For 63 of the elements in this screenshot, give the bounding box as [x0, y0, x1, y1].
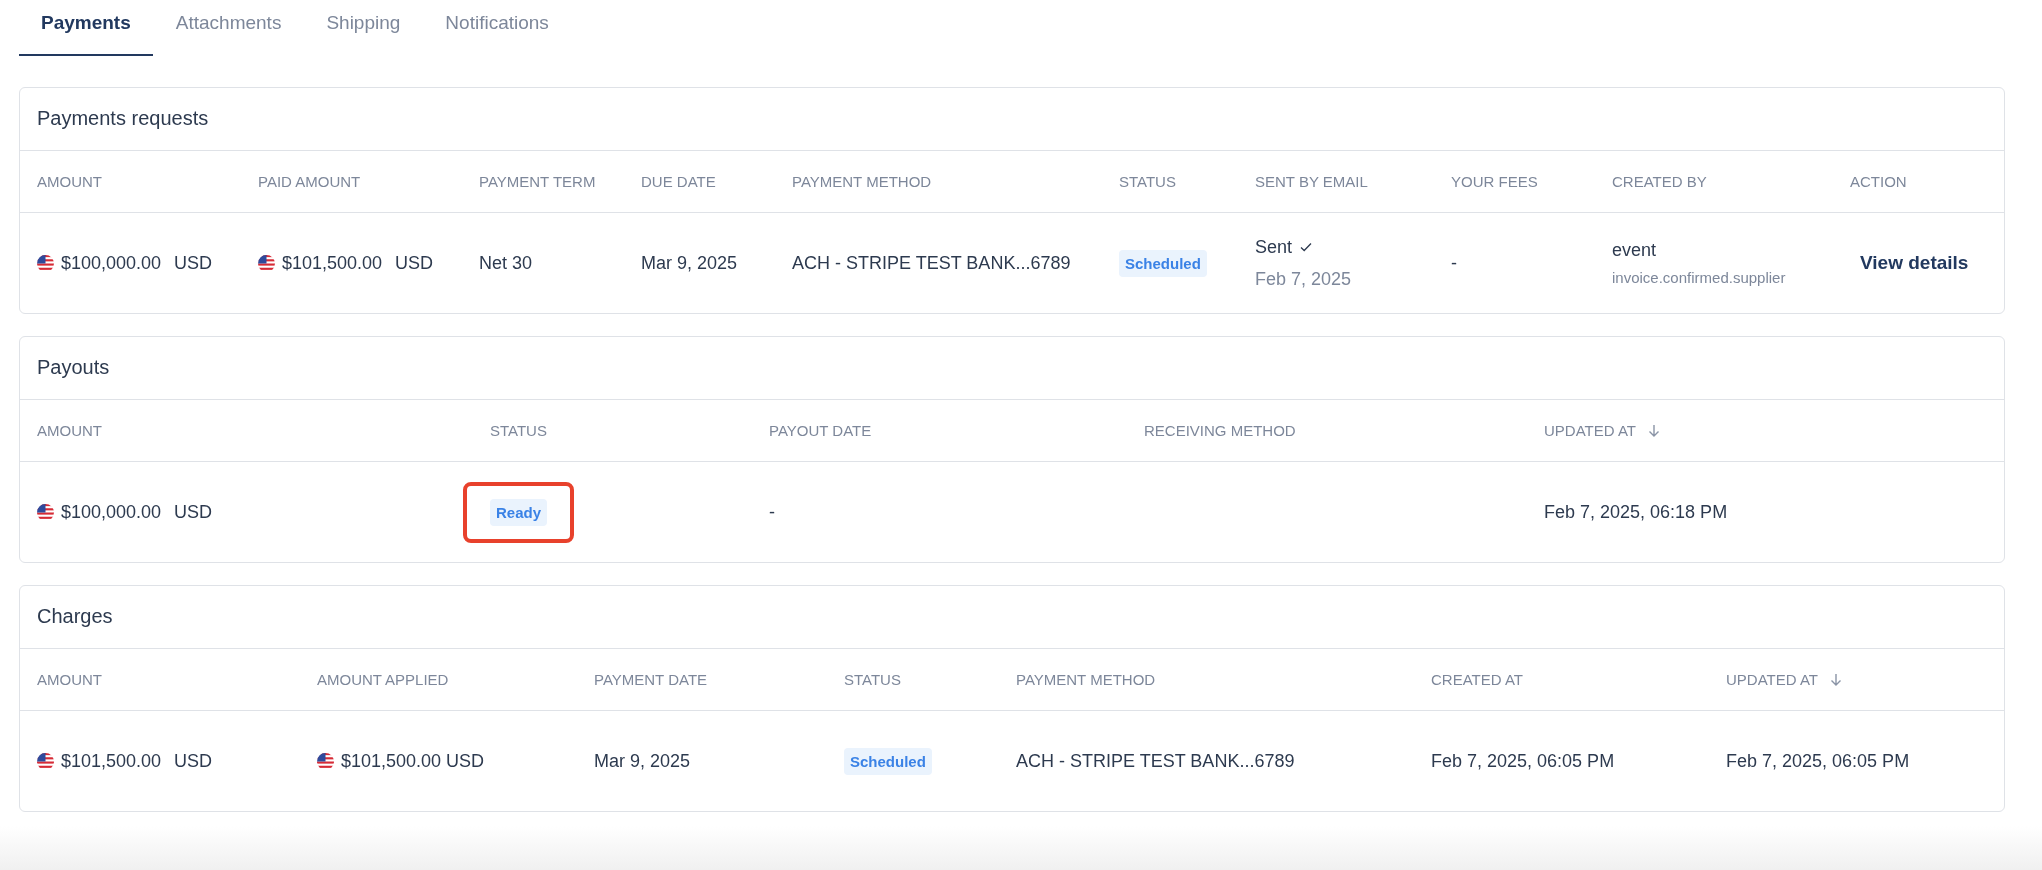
column-header[interactable]: CREATED AT: [1431, 671, 1523, 688]
tab[interactable]: Shipping: [304, 0, 423, 56]
amount-text: $101,500.00: [61, 750, 162, 772]
tab[interactable]: Notifications: [423, 0, 571, 56]
us-flag-icon: [258, 254, 275, 272]
section-title: Payments requests: [20, 88, 2004, 151]
creator-name: event: [1612, 240, 1658, 261]
column-header[interactable]: UPDATED AT: [1544, 422, 1660, 439]
column-header[interactable]: AMOUNT: [37, 173, 102, 190]
column-header[interactable]: AMOUNT APPLIED: [317, 671, 449, 688]
table-cell: ACH - STRIPE TEST BANK...6789: [1016, 750, 1295, 772]
column-header[interactable]: PAYMENT METHOD: [792, 173, 932, 190]
us-flag-icon: [37, 752, 54, 770]
column-header[interactable]: SENT BY EMAIL: [1255, 173, 1368, 190]
column-header[interactable]: PAYOUT DATE: [769, 422, 872, 439]
currency-text: USD: [174, 750, 213, 772]
sent-status: Sent: [1255, 236, 1293, 258]
table-cell: Feb 7, 2025, 06:05 PM: [1431, 750, 1615, 772]
creator-source: invoice.confirmed.supplier: [1612, 269, 1786, 286]
column-header[interactable]: RECEIVING METHOD: [1144, 422, 1296, 439]
table-cell: Net 30: [479, 252, 533, 274]
column-header[interactable]: DUE DATE: [641, 173, 716, 190]
table-cell: ACH - STRIPE TEST BANK...6789: [792, 252, 1071, 274]
sent-date: Feb 7, 2025: [1255, 268, 1352, 290]
amount-text: $101,500.00: [282, 252, 383, 274]
table-cell: Mar 9, 2025: [641, 252, 738, 274]
column-header[interactable]: AMOUNT: [37, 422, 102, 439]
table-cell: -: [1451, 252, 1457, 274]
column-header[interactable]: CREATED BY: [1612, 173, 1707, 190]
amount-text: $100,000.00: [61, 501, 162, 523]
column-header[interactable]: PAYMENT TERM: [479, 173, 596, 190]
column-header[interactable]: PAYMENT DATE: [594, 671, 708, 688]
currency-text: USD: [174, 252, 213, 274]
tab[interactable]: Payments: [19, 0, 153, 56]
column-header[interactable]: UPDATED AT: [1726, 671, 1842, 688]
column-header[interactable]: PAID AMOUNT: [258, 173, 361, 190]
us-flag-icon: [317, 752, 334, 770]
currency-text: USD: [395, 252, 434, 274]
column-header[interactable]: ACTION: [1850, 173, 1907, 190]
column-header[interactable]: STATUS: [844, 671, 901, 688]
sort-arrow-icon: [1829, 672, 1842, 687]
column-header[interactable]: PAYMENT METHOD: [1016, 671, 1156, 688]
us-flag-icon: [37, 254, 54, 272]
section-title: Charges: [20, 586, 2004, 649]
status-badge: Ready: [490, 498, 548, 526]
table-cell: Mar 9, 2025: [594, 750, 691, 772]
status-badge: Scheduled: [1119, 249, 1207, 277]
column-header[interactable]: AMOUNT: [37, 671, 102, 688]
column-header[interactable]: STATUS: [490, 422, 547, 439]
tab[interactable]: Attachments: [153, 0, 304, 56]
sort-arrow-icon: [1647, 423, 1660, 438]
currency-text: USD: [174, 501, 213, 523]
table-cell: Feb 7, 2025, 06:18 PM: [1544, 501, 1728, 523]
table-cell: -: [769, 501, 775, 523]
amount-text: $101,500.00 USD: [341, 750, 485, 772]
section-title: Payouts: [20, 337, 2004, 400]
column-header[interactable]: STATUS: [1119, 173, 1176, 190]
column-header[interactable]: YOUR FEES: [1451, 173, 1538, 190]
us-flag-icon: [37, 503, 54, 521]
amount-text: $100,000.00: [61, 252, 162, 274]
status-badge: Scheduled: [844, 747, 932, 775]
view-details-link[interactable]: View details: [1860, 252, 1969, 274]
table-cell: Feb 7, 2025, 06:05 PM: [1726, 750, 1910, 772]
